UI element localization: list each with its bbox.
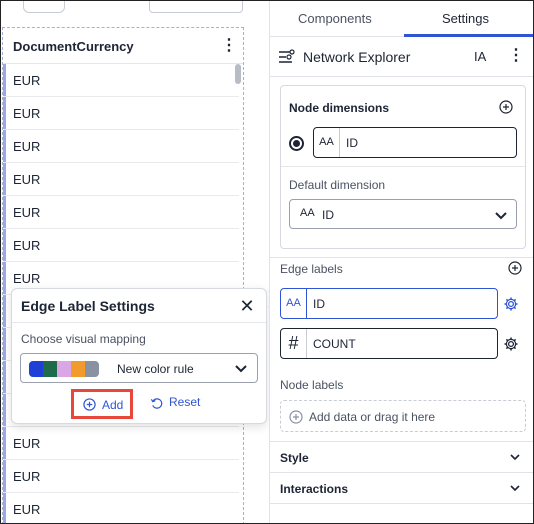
cell-value: EUR [13,106,41,121]
tab-settings[interactable]: Settings [442,11,489,26]
left-toolbar [1,1,253,27]
settings-panel: Components Settings Network Explorer IA … [269,1,533,523]
edge-label-field-id[interactable]: AA ID [280,288,498,319]
interactions-section-header[interactable]: Interactions [280,482,348,496]
cell-value: EUR [13,436,41,451]
default-dimension-value: ID [322,208,334,222]
widget-title: Network Explorer [303,49,411,65]
drop-zone-text: Add data or drag it here [309,410,436,424]
edge-label-value: COUNT [313,337,356,351]
color-swatch [29,361,43,377]
left-canvas: DocumentCurrency ⋮ EUR EUR EUR EUR EUR EUR EUR… [1,1,253,523]
column-header[interactable]: DocumentCurrency [13,39,134,54]
edge-label-settings-popup: Edge Label Settings ✕ Choose visual mapp… [11,288,267,424]
color-swatch [57,361,71,377]
add-node-dimension-icon[interactable] [499,100,513,114]
cell-value: EUR [13,238,41,253]
reset-icon [150,398,163,409]
toolbar-input[interactable] [149,1,243,13]
data-table: DocumentCurrency ⋮ EUR EUR EUR EUR EUR EUR EUR… [2,27,244,523]
tab-components[interactable]: Components [298,11,372,26]
cell-value: EUR [13,73,41,88]
node-labels-heading: Node labels [280,378,344,392]
color-rule-select[interactable]: New color rule [20,353,258,383]
table-row[interactable]: EUR [3,229,239,262]
color-rule-label: New color rule [117,362,194,376]
table-row[interactable]: EUR [3,196,239,229]
text-type-icon: AA [300,207,315,219]
panel-tabs: Components Settings [270,1,533,37]
text-format-icon[interactable]: IA [474,49,486,64]
color-swatch [43,361,57,377]
visual-mapping-label: Choose visual mapping [21,332,146,346]
table-row[interactable]: EUR [3,130,239,163]
default-dimension-label: Default dimension [289,178,386,192]
cell-value: EUR [13,469,41,484]
table-row[interactable]: EUR [3,427,239,460]
widget-header: Network Explorer IA ⋮ [270,37,533,77]
chevron-down-icon [235,365,247,373]
toolbar-button[interactable] [23,1,65,13]
color-swatch [85,361,99,377]
add-edge-label-icon[interactable] [508,261,522,275]
node-labels-drop-zone[interactable]: Add data or drag it here [280,400,526,432]
numeric-type-icon: # [281,329,307,358]
more-options-icon[interactable]: ⋮ [508,45,524,65]
cell-value: EUR [13,172,41,187]
text-type-icon: AA [281,289,307,318]
add-label: Add [102,398,124,412]
cell-value: EUR [13,502,41,517]
gear-icon[interactable] [503,296,519,312]
table-row[interactable]: EUR [3,97,239,130]
plus-circle-icon [289,410,303,424]
text-type-icon: AA [314,128,340,157]
color-swatch [71,361,85,377]
node-dimension-value: ID [346,136,358,150]
node-dimension-radio[interactable] [289,136,304,151]
node-dimensions-box: Node dimensions AA ID Default dimension … [280,85,526,249]
style-section-header[interactable]: Style [280,451,309,465]
chevron-down-icon[interactable] [508,481,522,495]
edge-label-value: ID [313,297,325,311]
app-frame: DocumentCurrency ⋮ EUR EUR EUR EUR EUR EUR EUR… [0,0,534,524]
table-row[interactable]: EUR [3,493,239,523]
gear-icon[interactable] [503,336,519,352]
close-icon[interactable]: ✕ [236,295,258,317]
cell-value: EUR [13,205,41,220]
cell-value: EUR [13,271,41,286]
default-dimension-select[interactable]: AA ID [289,199,517,229]
plus-circle-icon [83,398,96,411]
divider [281,166,525,167]
network-explorer-icon [279,49,295,63]
edge-label-field-count[interactable]: # COUNT [280,328,498,359]
node-dimensions-heading: Node dimensions [289,101,390,115]
reset-label: Reset [169,395,201,409]
chevron-down-icon[interactable] [508,450,522,464]
divider [270,257,533,258]
scroll-thumb[interactable] [235,64,241,84]
edge-labels-heading: Edge labels [280,262,343,276]
node-dimension-field[interactable]: AA ID [313,127,517,158]
divider [270,503,533,504]
divider [12,322,266,323]
cell-value: EUR [13,139,41,154]
divider [270,472,533,473]
popup-title: Edge Label Settings [21,298,155,314]
divider [270,441,533,442]
table-row[interactable]: EUR [3,460,239,493]
color-swatches [29,361,99,377]
column-menu-icon[interactable]: ⋮ [221,36,237,56]
chevron-down-icon [495,212,507,220]
add-button[interactable]: Add [71,389,133,419]
table-header: DocumentCurrency ⋮ [3,28,243,64]
table-row[interactable]: EUR [3,64,239,97]
table-row[interactable]: EUR [3,163,239,196]
